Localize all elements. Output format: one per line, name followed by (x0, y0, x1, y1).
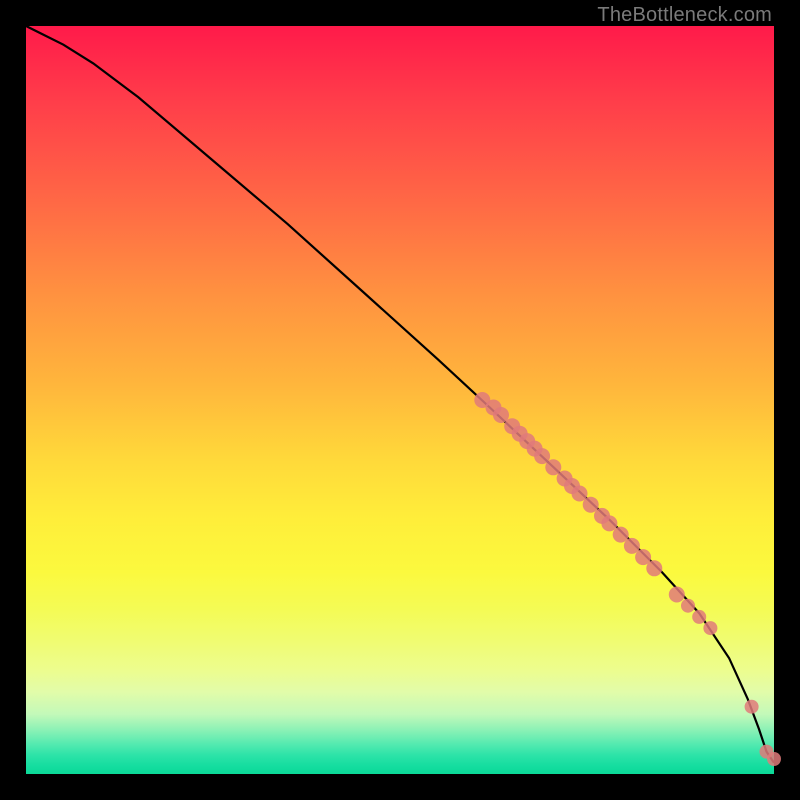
chart-plot-area (26, 26, 774, 774)
data-point (767, 752, 781, 766)
data-point (703, 621, 717, 635)
data-point (745, 700, 759, 714)
data-point (669, 587, 685, 603)
data-point (692, 610, 706, 624)
scatter-points (474, 392, 781, 766)
stage: TheBottleneck.com (0, 0, 800, 800)
chart-svg (26, 26, 774, 774)
watermark-text: TheBottleneck.com (597, 4, 772, 27)
data-point (646, 560, 662, 576)
data-point (681, 599, 695, 613)
curve-path (26, 26, 774, 763)
